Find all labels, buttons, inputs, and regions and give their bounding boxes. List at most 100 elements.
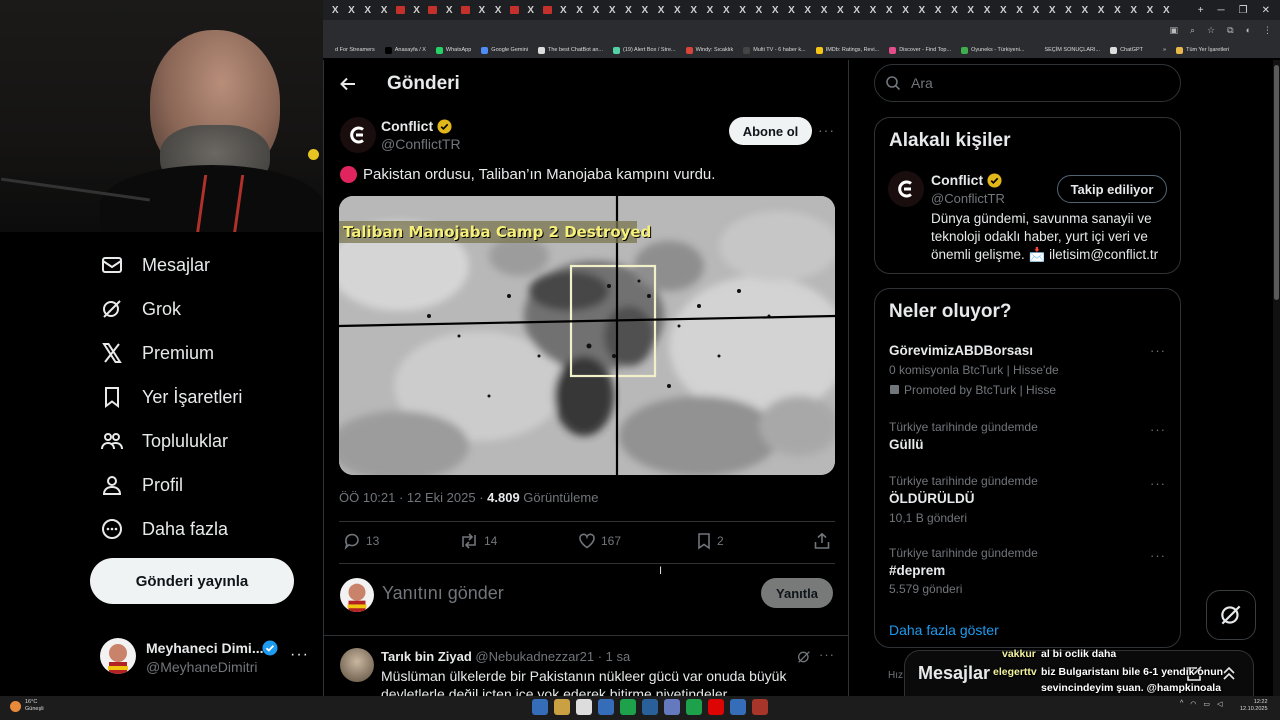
browser-tab[interactable]: X	[751, 0, 767, 20]
post-button[interactable]: Gönderi yayınla	[90, 558, 294, 604]
bookmark-action[interactable]: 2	[696, 532, 724, 550]
trend-more-icon[interactable]: ···	[1150, 548, 1166, 563]
browser-tab[interactable]	[506, 0, 522, 20]
install-icon[interactable]: ▣	[1169, 25, 1178, 36]
extensions-icon[interactable]: ⧉	[1227, 25, 1233, 36]
browser-tab[interactable]: X	[686, 0, 702, 20]
browser-tab[interactable]: X	[734, 0, 750, 20]
browser-tab[interactable]	[539, 0, 555, 20]
browser-tab[interactable]: X	[1077, 0, 1093, 20]
browser-tab[interactable]: X	[881, 0, 897, 20]
account-more-icon[interactable]: ···	[290, 646, 309, 664]
browser-tab[interactable]: X	[376, 0, 392, 20]
browser-tab[interactable]: X	[702, 0, 718, 20]
bookmark-item[interactable]: Multi TV - 6 haber k...	[743, 46, 806, 54]
post-media-image[interactable]: Taliban Manojaba Camp 2 Destroyed	[339, 196, 835, 475]
bookmark-item[interactable]: »	[1153, 46, 1166, 54]
trend-more-icon[interactable]: ···	[1150, 343, 1166, 358]
maximize-icon[interactable]: ❐	[1239, 5, 1248, 16]
taskbar-app-icon[interactable]	[576, 699, 592, 715]
bookmark-item[interactable]: Discover - Find Top...	[889, 46, 951, 54]
browser-tab[interactable]: X	[979, 0, 995, 20]
browser-tab[interactable]: X	[849, 0, 865, 20]
tray-chevron-icon[interactable]: ^	[1180, 700, 1183, 708]
browser-tab[interactable]: X	[620, 0, 636, 20]
trend-title[interactable]: Güllü	[889, 437, 924, 452]
trend-title[interactable]: ÖLDÜRÜLDÜ	[889, 491, 975, 506]
browser-tab[interactable]: X	[946, 0, 962, 20]
nav-item-profil[interactable]: Profil	[100, 470, 183, 500]
page-scrollbar[interactable]	[1273, 60, 1280, 696]
reply-author-name[interactable]: Tarık bin Ziyad	[381, 649, 472, 664]
browser-tab[interactable]: X	[1126, 0, 1142, 20]
zoom-icon[interactable]: ⌕	[1190, 25, 1195, 36]
nav-item-premium[interactable]: Premium	[100, 338, 214, 368]
profile-icon[interactable]: ◐	[1246, 25, 1251, 36]
star-icon[interactable]: ☆	[1207, 25, 1215, 36]
browser-tab[interactable]: X	[767, 0, 783, 20]
bookmark-item[interactable]: Google Gemini	[481, 46, 528, 54]
minimize-icon[interactable]: ─	[1218, 5, 1225, 16]
bookmark-item[interactable]: d For Streamers	[325, 46, 375, 54]
trend-more-icon[interactable]: ···	[1150, 476, 1166, 491]
browser-tab[interactable]: X	[343, 0, 359, 20]
bookmark-item[interactable]: Anasayfa / X	[384, 46, 426, 54]
browser-tab[interactable]: X	[669, 0, 685, 20]
browser-tab[interactable]	[425, 0, 441, 20]
browser-tab[interactable]: X	[1158, 0, 1174, 20]
browser-tab[interactable]: X	[1109, 0, 1125, 20]
new-tab-icon[interactable]: +	[1198, 5, 1204, 16]
taskbar-app-icon[interactable]	[752, 699, 768, 715]
browser-tab[interactable]: X	[1044, 0, 1060, 20]
bookmark-item[interactable]: (19) Alert Box / Stre...	[613, 46, 676, 54]
following-button[interactable]: Takip ediliyor	[1057, 175, 1167, 203]
share-action[interactable]	[813, 532, 831, 550]
browser-tab[interactable]	[457, 0, 473, 20]
author-name[interactable]: Conflict	[381, 118, 452, 134]
taskbar-app-icon[interactable]	[730, 699, 746, 715]
browser-tab[interactable]: X	[783, 0, 799, 20]
browser-tab[interactable]: X	[555, 0, 571, 20]
browser-tab[interactable]: X	[1093, 0, 1109, 20]
browser-tab[interactable]: X	[360, 0, 376, 20]
bookmark-item[interactable]: ChatGPT	[1110, 46, 1143, 54]
browser-tab[interactable]: X	[588, 0, 604, 20]
browser-tab[interactable]: X	[930, 0, 946, 20]
browser-tab[interactable]: X	[963, 0, 979, 20]
reply-action[interactable]: 13	[343, 532, 379, 550]
nav-item-yer-i-şaretleri[interactable]: Yer İşaretleri	[100, 382, 242, 412]
grok-floating-button[interactable]	[1206, 590, 1256, 640]
reply-input[interactable]: Yanıtını gönder	[382, 583, 504, 604]
browser-tab[interactable]: X	[816, 0, 832, 20]
browser-tab[interactable]: X	[1060, 0, 1076, 20]
browser-tab[interactable]: X	[523, 0, 539, 20]
browser-tab[interactable]: X	[571, 0, 587, 20]
browser-tab[interactable]: X	[995, 0, 1011, 20]
relevant-avatar[interactable]	[888, 171, 924, 207]
browser-tab[interactable]	[392, 0, 408, 20]
taskbar-app-icon[interactable]	[532, 699, 548, 715]
system-tray[interactable]: ^ ◠ ▭ ◁	[1180, 700, 1222, 708]
scrollbar-thumb[interactable]	[1274, 65, 1279, 300]
weather-widget[interactable]: 16°C Güneşli	[10, 699, 44, 713]
trend-more-icon[interactable]: ···	[1150, 422, 1166, 437]
reply-more-icon[interactable]: ···	[819, 647, 835, 662]
reply-author-handle[interactable]: @Nebukadnezzar21 · 1 sa	[475, 649, 630, 664]
post-timestamp[interactable]: ÖÖ 10:21 · 12 Eki 2025 ·	[339, 490, 487, 505]
browser-tab[interactable]: X	[832, 0, 848, 20]
messages-drawer-title[interactable]: Mesajlar	[918, 663, 990, 684]
like-action[interactable]: 167	[578, 532, 621, 550]
browser-tab[interactable]: X	[897, 0, 913, 20]
bookmark-item[interactable]: Oyuneks - Türkiyeni...	[961, 46, 1024, 54]
reply-button[interactable]: Yanıtla	[761, 578, 833, 608]
taskbar-app-icon[interactable]	[664, 699, 680, 715]
repost-action[interactable]: 14	[459, 532, 497, 550]
browser-tab[interactable]: X	[408, 0, 424, 20]
battery-icon[interactable]: ▭	[1203, 700, 1210, 708]
browser-tab[interactable]: X	[327, 0, 343, 20]
bookmark-item[interactable]: IMDb: Ratings, Revi...	[815, 46, 879, 54]
taskbar-app-icon[interactable]	[598, 699, 614, 715]
search-input[interactable]: Ara	[874, 64, 1181, 102]
nav-item-daha-fazla[interactable]: Daha fazla	[100, 514, 228, 544]
relevant-name[interactable]: Conflict	[931, 172, 1002, 188]
